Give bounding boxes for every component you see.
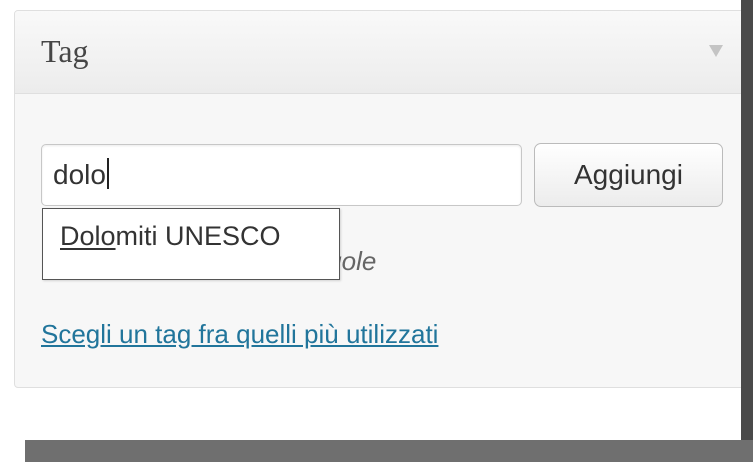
right-shadow <box>741 0 753 462</box>
tagcloud-link[interactable]: Scegli un tag fra quelli più utilizzati <box>41 316 438 352</box>
text-caret <box>106 158 109 189</box>
tag-autocomplete-dropdown: Dolomiti UNESCO <box>42 208 340 280</box>
autocomplete-rest: miti UNESCO <box>115 221 281 251</box>
triangle-down-icon[interactable] <box>709 45 723 57</box>
tag-input-value: dolo <box>53 159 106 190</box>
bottom-shadow <box>25 440 753 462</box>
postbox-header[interactable]: Tag <box>15 11 753 94</box>
autocomplete-item[interactable]: Dolomiti UNESCO <box>60 219 281 253</box>
add-tag-button[interactable]: Aggiungi <box>534 143 723 207</box>
tag-input[interactable]: dolo <box>41 144 522 206</box>
autocomplete-match: Dolo <box>60 221 116 251</box>
postbox-title: Tag <box>41 33 89 69</box>
